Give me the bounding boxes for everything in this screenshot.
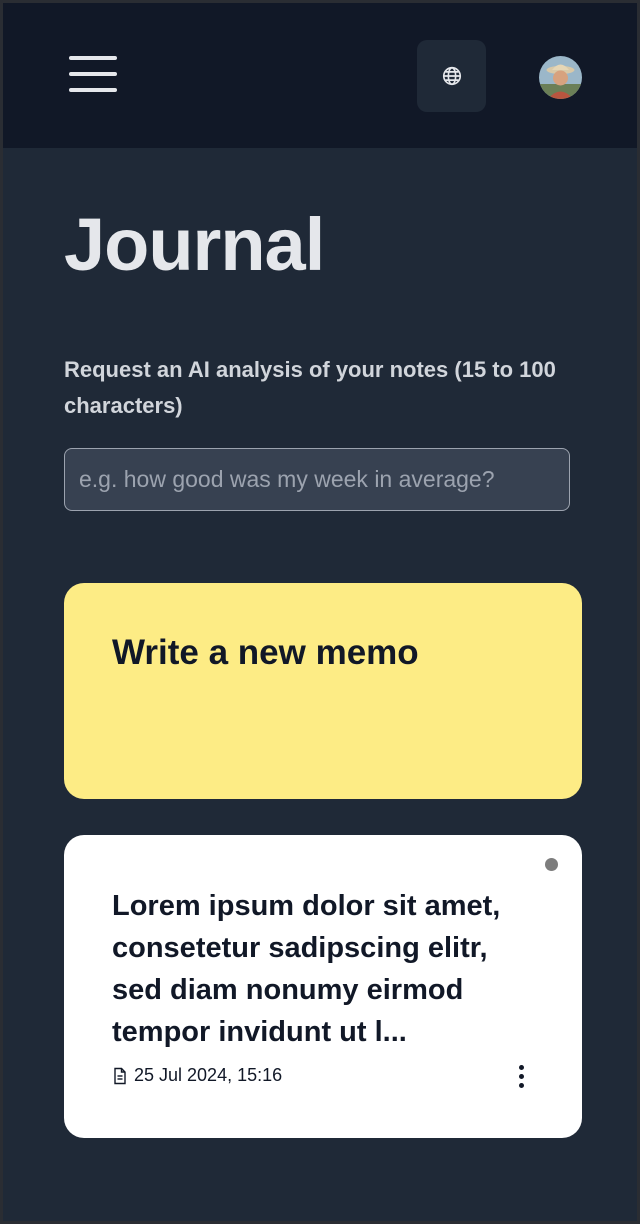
- memo-preview: Lorem ipsum dolor sit amet, consetetur s…: [112, 890, 501, 1048]
- document-icon: [114, 1067, 126, 1084]
- hamburger-menu-icon[interactable]: [64, 52, 120, 98]
- memo-date: 25 Jul 2024, 15:16: [134, 1065, 283, 1085]
- ai-analysis-input[interactable]: [64, 448, 570, 511]
- memo-card[interactable]: Lorem ipsum dolor sit amet, consetetur s…: [64, 835, 582, 1138]
- globe-icon: [442, 66, 461, 86]
- page-title: Journal: [64, 203, 325, 286]
- more-vertical-icon[interactable]: [510, 1061, 532, 1091]
- new-memo-card[interactable]: Write a new memo: [64, 583, 582, 799]
- user-avatar[interactable]: [539, 56, 582, 99]
- top-bar: [0, 0, 640, 148]
- memo-status-dot: [545, 858, 558, 871]
- language-button[interactable]: [417, 40, 486, 112]
- ai-analysis-label: Request an AI analysis of your notes (15…: [64, 357, 556, 418]
- new-memo-label: Write a new memo: [112, 633, 419, 672]
- memo-meta: 25 Jul 2024, 15:16: [112, 1065, 282, 1086]
